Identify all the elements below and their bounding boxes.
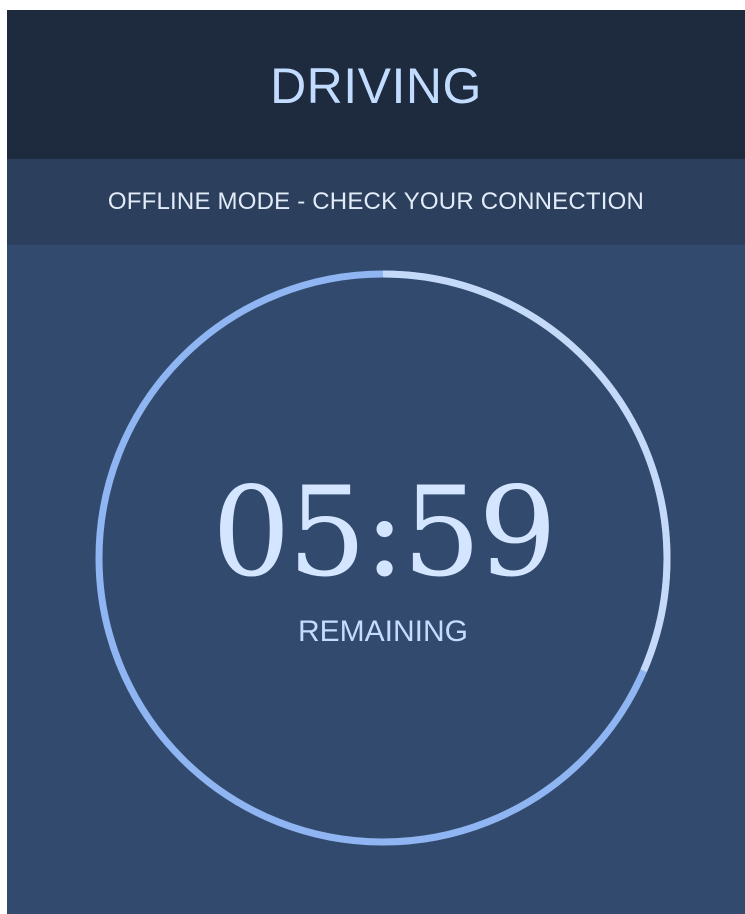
remaining-label: REMAINING xyxy=(297,615,468,648)
countdown-timer: 05:59 REMAINING xyxy=(93,268,673,848)
app-screen: DRIVING OFFLINE MODE - CHECK YOUR CONNEC… xyxy=(7,10,745,914)
offline-banner: OFFLINE MODE - CHECK YOUR CONNECTION xyxy=(7,159,745,245)
header-bar: DRIVING xyxy=(7,10,745,159)
page-title: DRIVING xyxy=(270,57,482,114)
offline-message: OFFLINE MODE - CHECK YOUR CONNECTION xyxy=(107,188,645,215)
time-remaining: 05:59 xyxy=(211,461,557,605)
